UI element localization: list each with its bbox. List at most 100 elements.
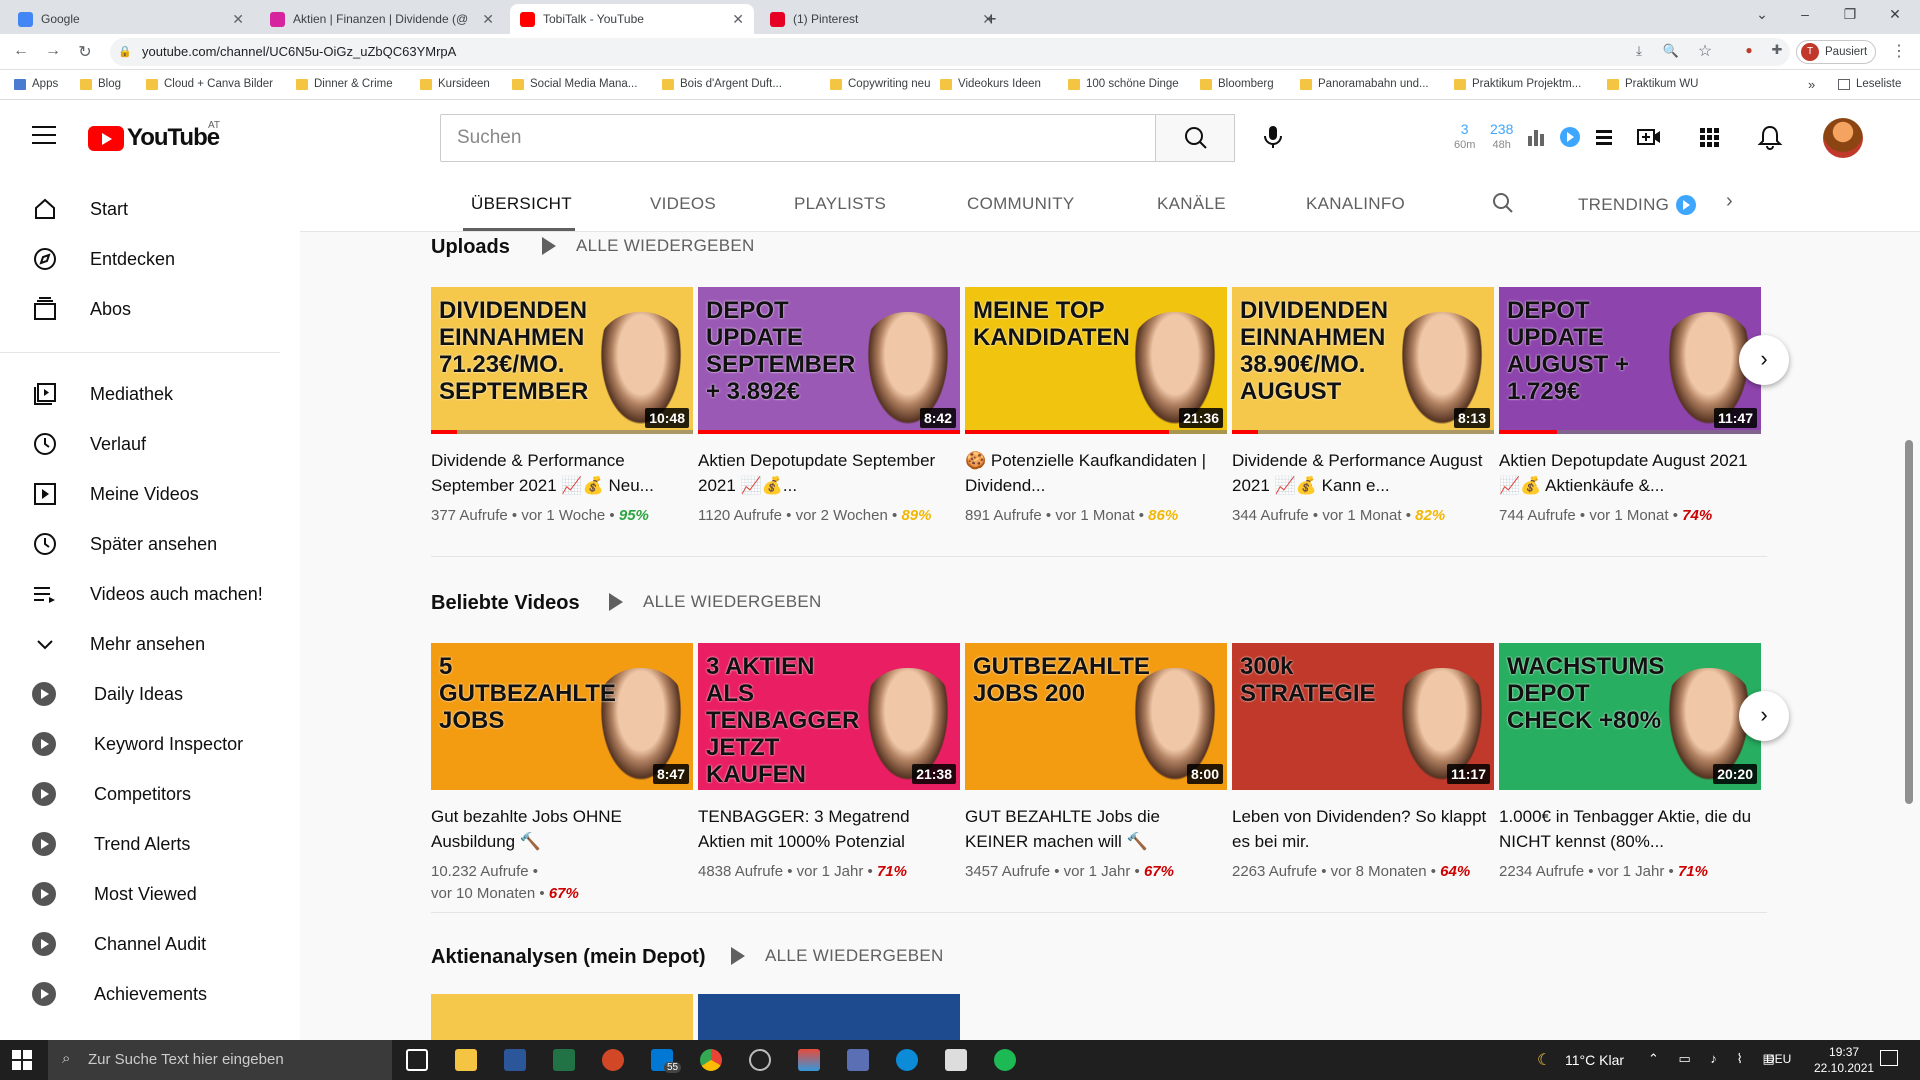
video-card[interactable]: DIVIDENDEN EINNAHMEN 38.90€/MO. AUGUST 8:… (1232, 287, 1494, 527)
bookmark-item[interactable]: Bloomberg (1200, 78, 1274, 90)
apps-grid-icon[interactable] (1697, 126, 1723, 148)
video-thumbnail[interactable]: DIVIDENDEN EINNAHMEN 38.90€/MO. AUGUST 8:… (1232, 287, 1494, 434)
sidebar-item[interactable]: Competitors (0, 769, 300, 819)
sidebar-item[interactable]: Daily Ideas (0, 669, 300, 719)
microphone-icon[interactable] (1258, 122, 1288, 152)
sidebar-item[interactable]: Später ansehen (0, 519, 300, 569)
video-card[interactable]: GUTBEZAHLTE JOBS 200 8:00 GUT BEZAHLTE Job… (965, 643, 1227, 883)
notepad-icon[interactable] (945, 1049, 967, 1071)
windows-start-icon[interactable] (12, 1050, 32, 1070)
weather-text[interactable]: 11°C Klar (1565, 1052, 1624, 1068)
more-bookmarks-icon[interactable]: » (1808, 77, 1815, 92)
video-thumbnail[interactable]: 5 GUTBEZAHLTE JOBS 8:47 (431, 643, 693, 790)
video-card[interactable]: DEPOT UPDATE AUGUST + 1.729€ 11:47 Aktien … (1499, 287, 1761, 527)
notification-center-icon[interactable] (1880, 1050, 1898, 1066)
video-card[interactable]: 300k STRATEGIE 11:17 Leben von Dividenden?… (1232, 643, 1494, 883)
bookmark-item[interactable]: Blog (80, 78, 121, 90)
extension-icon[interactable]: ● (1738, 43, 1760, 57)
app-icon[interactable] (798, 1049, 820, 1071)
close-tab-icon[interactable]: ✕ (482, 11, 494, 28)
bookmark-item[interactable]: Praktikum Projektm... (1454, 78, 1581, 90)
video-thumbnail[interactable]: MEINE TOP KANDIDATEN 21:36 (965, 287, 1227, 434)
back-icon[interactable]: ← (10, 42, 32, 60)
video-thumbnail[interactable]: DEPOT UPDATE AUGUST + 1.729€ 11:47 (1499, 287, 1761, 434)
video-thumbnail[interactable]: DEPOT UPDATE SEPTEMBER + 3.892€ 8:42 (698, 287, 960, 434)
video-title[interactable]: 🍪 Potenzielle Kaufkandidaten | Dividend.… (965, 448, 1227, 498)
tab-search-icon[interactable]: ⌄ (1747, 6, 1777, 23)
sidebar-item[interactable]: Keyword Inspector (0, 719, 300, 769)
video-thumbnail[interactable] (431, 994, 693, 1040)
new-tab-icon[interactable]: + (976, 4, 1006, 34)
bookmark-item[interactable]: Cloud + Canva Bilder (146, 78, 273, 90)
bar-chart-icon[interactable] (1524, 126, 1550, 148)
obs-icon[interactable] (749, 1049, 771, 1071)
video-title[interactable]: Leben von Dividenden? So klappt es bei m… (1232, 804, 1494, 854)
reload-icon[interactable]: ↻ (74, 42, 96, 62)
next-shelf-button[interactable]: › (1739, 335, 1789, 385)
browser-tab[interactable]: Aktien | Finanzen | Dividende (@ ✕ (260, 4, 504, 34)
sidebar-item[interactable]: Achievements (0, 969, 300, 1019)
video-card[interactable]: 5 GUTBEZAHLTE JOBS 8:47 Gut bezahlte Jobs … (431, 643, 693, 905)
spotify-icon[interactable] (994, 1049, 1016, 1071)
video-title[interactable]: GUT BEZAHLTE Jobs die KEINER machen will… (965, 804, 1227, 854)
video-card[interactable]: WACHSTUMS DEPOT CHECK +80% 20:20 1.000€ in… (1499, 643, 1761, 883)
bookmark-item[interactable]: Panoramabahn und... (1300, 78, 1429, 90)
install-icon[interactable]: ⤓ (1628, 43, 1650, 59)
video-thumbnail[interactable]: DIVIDENDEN EINNAHMEN 71.23€/MO. SEPTEMBE… (431, 287, 693, 434)
reading-list[interactable]: Leseliste (1838, 78, 1901, 90)
channel-tab[interactable]: PLAYLISTS (794, 194, 886, 214)
task-view-icon[interactable] (406, 1049, 428, 1071)
channel-tab[interactable]: COMMUNITY (967, 194, 1075, 214)
video-title[interactable]: Aktien Depotupdate September 2021 📈💰... (698, 448, 960, 498)
tray-icons[interactable]: ⌃ ▭ ♪ ⌇ ▤ (1648, 1051, 1783, 1067)
file-explorer-icon[interactable] (455, 1049, 477, 1071)
search-button[interactable] (1155, 114, 1235, 162)
sidebar-item[interactable]: Trend Alerts (0, 819, 300, 869)
bookmark-item[interactable]: Videokurs Ideen (940, 78, 1041, 90)
bookmark-item[interactable]: Praktikum WU (1607, 78, 1698, 90)
maximize-button[interactable]: ❐ (1835, 6, 1865, 23)
close-tab-icon[interactable]: ✕ (232, 11, 244, 28)
bookmark-item[interactable]: Apps (14, 78, 58, 90)
video-thumbnail[interactable]: 300k STRATEGIE 11:17 (1232, 643, 1494, 790)
profile-button[interactable]: T Pausiert (1796, 40, 1877, 64)
sidebar-item[interactable]: Videos auch machen! (0, 569, 300, 619)
video-title[interactable]: Dividende & Performance August 2021 📈💰 K… (1232, 448, 1494, 498)
sidebar-item[interactable]: Abos (0, 284, 300, 334)
sidebar-item[interactable]: Meine Videos (0, 469, 300, 519)
play-all-button[interactable]: ALLE WIEDERGEBEN (609, 592, 822, 612)
video-title[interactable]: TENBAGGER: 3 Megatrend Aktien mit 1000% … (698, 804, 960, 854)
clock[interactable]: 19:37 22.10.2021 (1814, 1044, 1874, 1076)
video-card[interactable]: 3 AKTIEN ALS TENBAGGER JETZT KAUFEN 21:38… (698, 643, 960, 883)
close-window-button[interactable]: ✕ (1880, 6, 1910, 23)
video-title[interactable]: Aktien Depotupdate August 2021 📈💰 Aktien… (1499, 448, 1761, 498)
video-thumbnail[interactable]: GUTBEZAHLTE JOBS 200 8:00 (965, 643, 1227, 790)
powerpoint-icon[interactable] (602, 1049, 624, 1071)
url-bar[interactable]: youtube.com/channel/UC6N5u-OiGz_uZbQC63Y… (110, 38, 1790, 66)
minimize-button[interactable]: – (1790, 6, 1820, 22)
close-tab-icon[interactable]: ✕ (732, 11, 744, 28)
channel-tab[interactable]: KANALINFO (1306, 194, 1405, 214)
sidebar-item[interactable]: Start (0, 184, 300, 234)
channel-tab[interactable]: ÜBERSICHT (471, 194, 572, 214)
youtube-logo[interactable]: YouTube (88, 124, 220, 152)
forward-icon[interactable]: → (42, 42, 64, 60)
notifications-bell-icon[interactable] (1757, 124, 1783, 150)
channel-tab[interactable]: VIDEOS (650, 194, 716, 214)
zoom-icon[interactable]: 🔍 (1660, 43, 1682, 59)
sidebar-item[interactable]: Entdecken (0, 234, 300, 284)
scrollbar[interactable] (1905, 440, 1913, 804)
channel-tab[interactable]: KANÄLE (1157, 194, 1226, 214)
bookmark-item[interactable]: Bois d'Argent Duft... (662, 78, 782, 90)
video-thumbnail[interactable] (698, 994, 960, 1040)
browser-tab[interactable]: Google ✕ (8, 4, 254, 34)
video-thumbnail[interactable]: WACHSTUMS DEPOT CHECK +80% 20:20 (1499, 643, 1761, 790)
create-video-icon[interactable] (1636, 126, 1662, 148)
search-input[interactable]: Suchen (440, 114, 1156, 162)
video-thumbnail[interactable]: 3 AKTIEN ALS TENBAGGER JETZT KAUFEN 21:38 (698, 643, 960, 790)
sidebar-item[interactable]: Most Viewed (0, 869, 300, 919)
menu-icon[interactable] (32, 126, 56, 144)
bookmark-item[interactable]: 100 schöne Dinge (1068, 78, 1179, 90)
language-indicator[interactable]: DEU (1766, 1052, 1791, 1066)
lock-icon[interactable]: 🔒 (118, 45, 132, 58)
